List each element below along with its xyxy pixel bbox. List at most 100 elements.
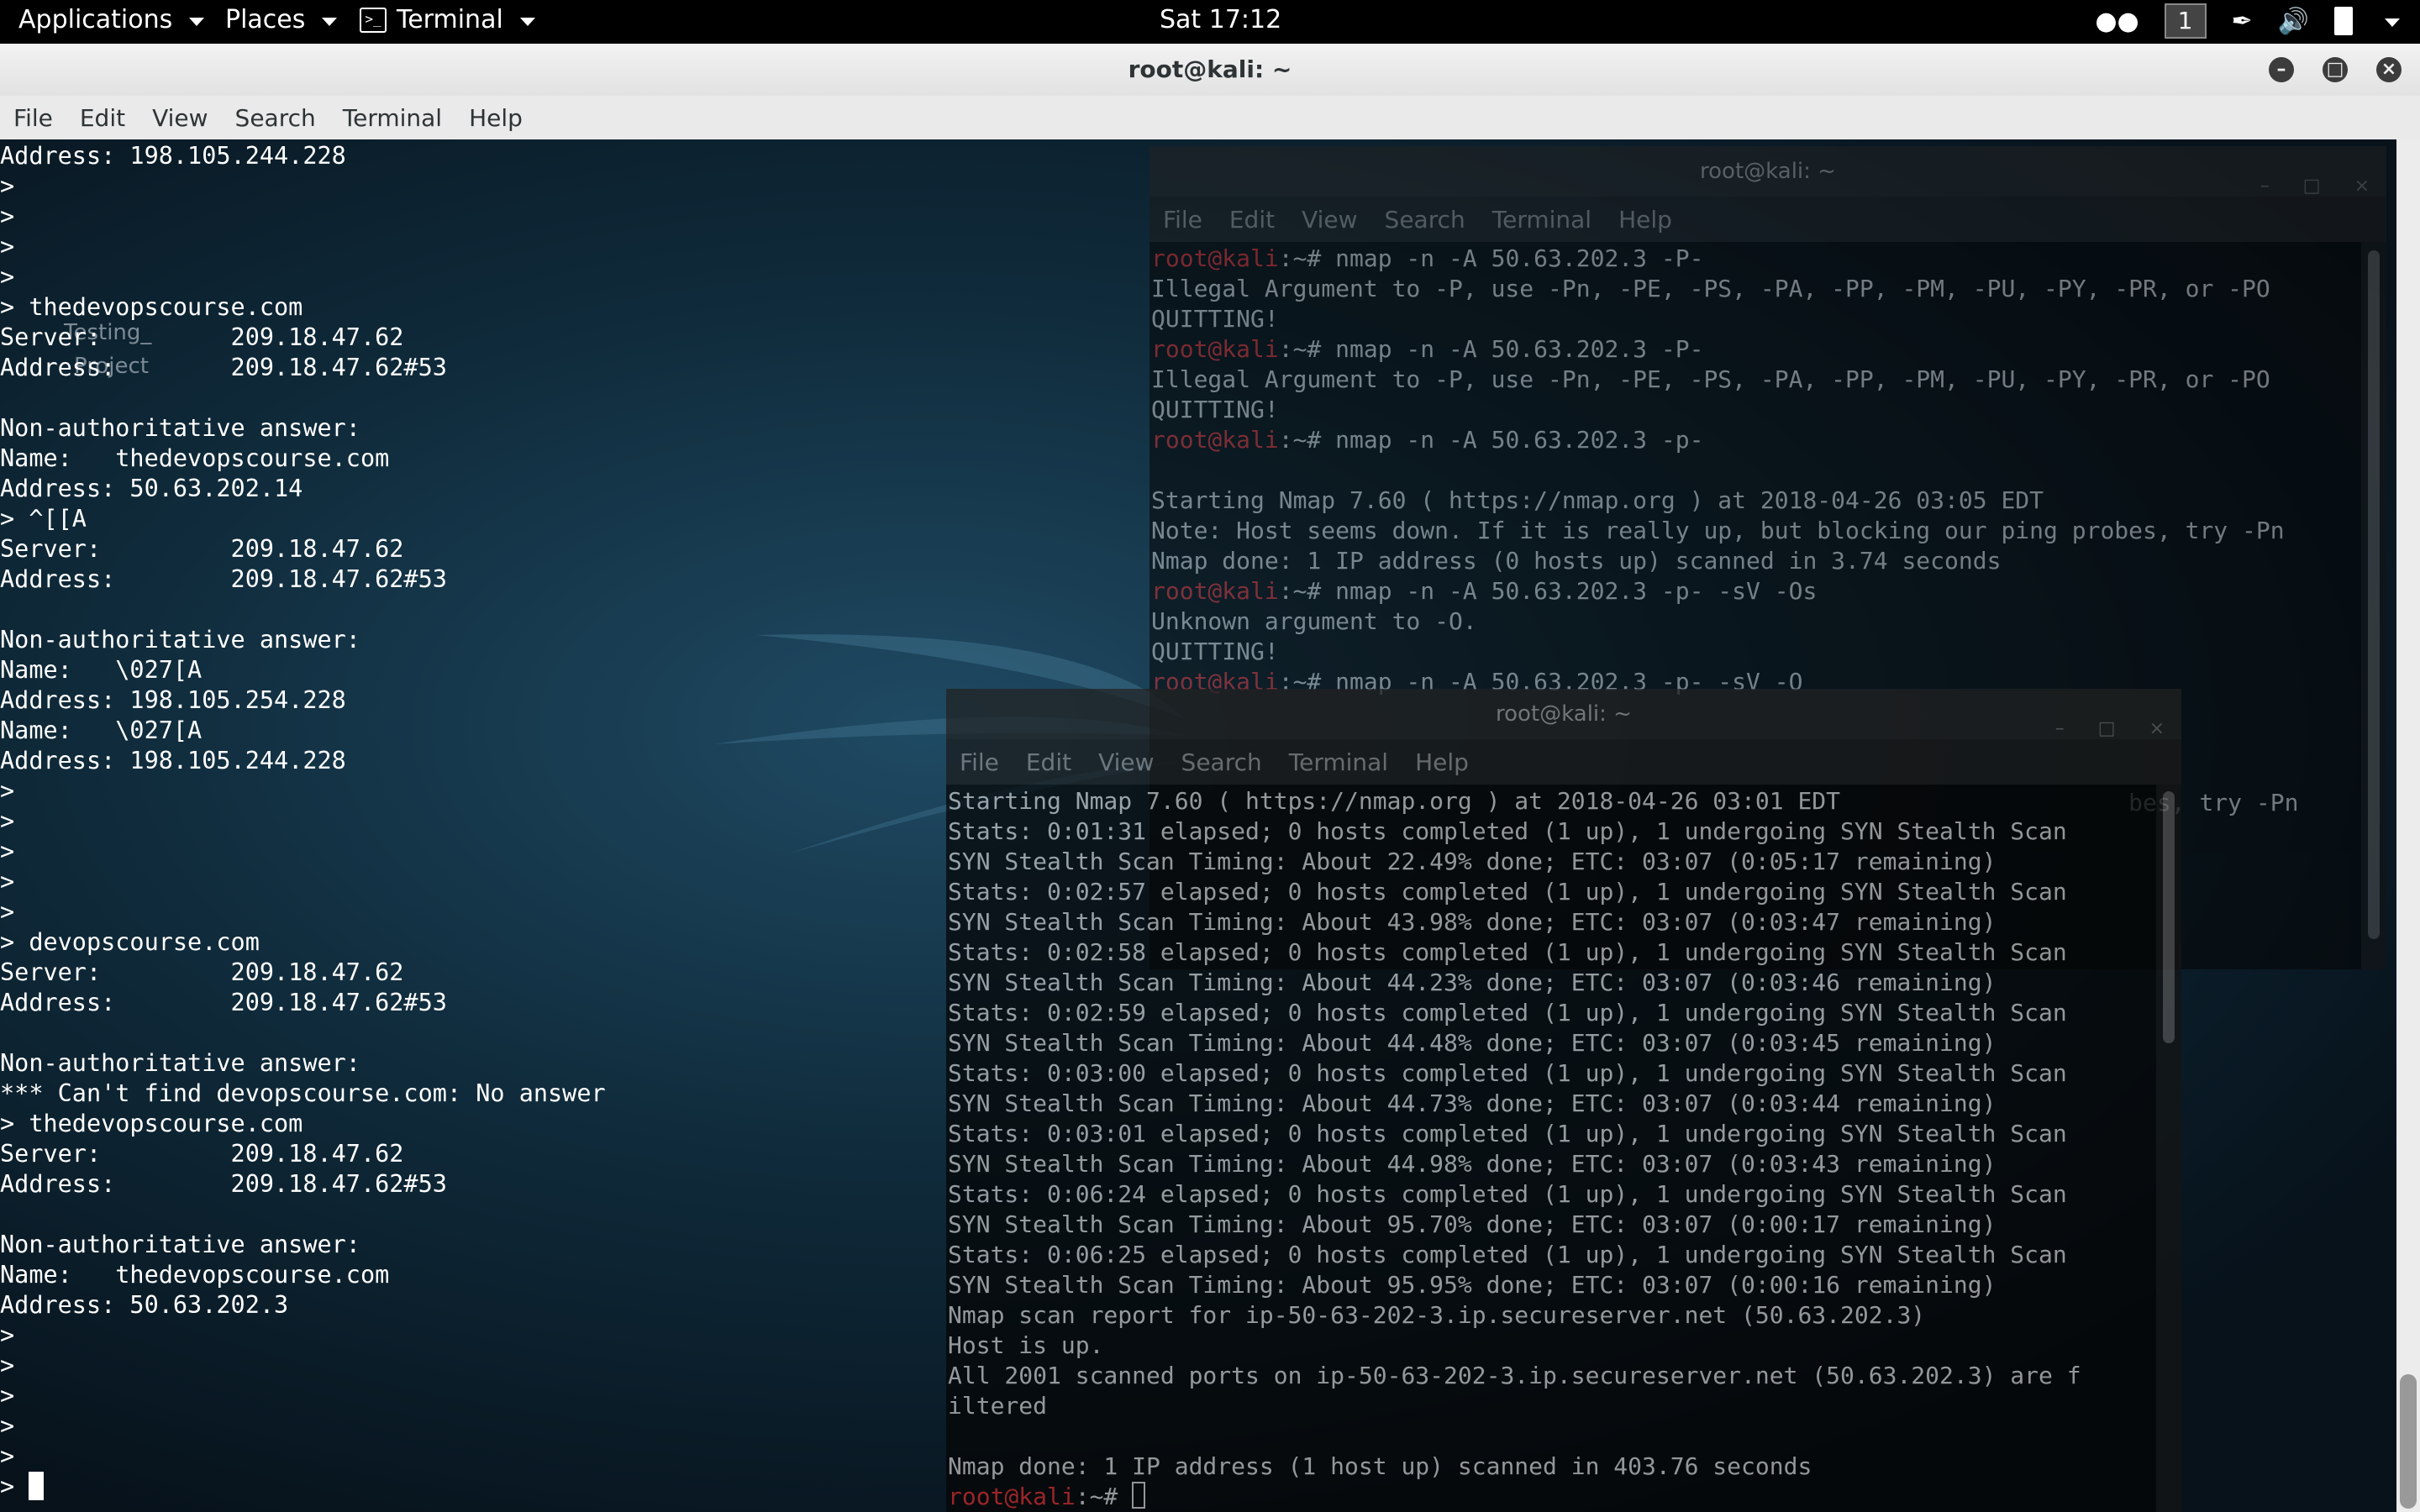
menu-help[interactable]: Help [1415,748,1469,776]
terminal-line: Name: \027[A [0,717,203,744]
terminal-line: QUITTING! [1151,638,1279,665]
terminal-line: Starting Nmap 7.60 ( https://nmap.org ) … [1151,486,2044,514]
menu-search[interactable]: Search [235,104,316,132]
menu-view[interactable]: View [152,104,208,132]
terminal-line: Host is up. [948,1331,1104,1359]
scrollbar-thumb[interactable] [2400,1374,2417,1509]
terminal-line: > [0,1442,15,1470]
terminal-line: root@kali:~# nmap -n -A 50.63.202.3 -p- … [1151,577,1818,605]
menu-terminal[interactable]: Terminal [1492,206,1591,234]
maximize-button[interactable]: □ [2098,704,2116,754]
terminal-line: SYN Stealth Scan Timing: About 44.73% do… [948,1089,1996,1117]
terminal-line: > devopscourse.com [0,928,260,956]
terminal-line: Stats: 0:06:25 elapsed; 0 hosts complete… [948,1241,2067,1268]
terminal-line: Address: 209.18.47.62#53 [0,354,447,381]
terminal-line: Name: \027[A [0,656,203,684]
terminal-line: Stats: 0:03:00 elapsed; 0 hosts complete… [948,1059,2067,1087]
terminal-line: > thedevopscourse.com [0,1110,303,1137]
close-button[interactable]: × [2354,161,2370,212]
terminal-line: > [0,1382,15,1410]
workspace-indicator[interactable]: 1 [2164,3,2207,39]
terminal-line: root@kali:~# nmap -n -A 50.63.202.3 -P- [1151,244,1704,272]
terminal-app-menu[interactable]: >_ Terminal [360,5,535,34]
system-tray: ●● 1 ✒ 🔊 [2095,3,2400,39]
terminal-line: Starting Nmap 7.60 ( https://nmap.org ) … [948,787,1841,815]
terminal-output: Address: 198.105.244.228 > > > > > thede… [0,141,606,1502]
terminal-line: > [0,263,15,291]
terminal-line: > [0,233,15,260]
scrollbar-thumb[interactable] [2368,250,2380,939]
menu-view[interactable]: View [1098,748,1154,776]
terminal-line: Non-authoritative answer: [0,414,360,442]
terminal-line: Address: 198.105.244.228 [0,142,346,170]
bg-scrollbar[interactable] [2361,242,2386,969]
menu-view[interactable]: View [1302,206,1357,234]
menu-help[interactable]: Help [1618,206,1672,234]
terminal-line: root@kali:~# nmap -n -A 50.63.202.3 -p- [1151,426,1704,454]
close-button[interactable]: × [2149,704,2165,754]
maximize-button[interactable]: □ [2303,161,2321,212]
terminal-line: SYN Stealth Scan Timing: About 95.70% do… [948,1210,1996,1238]
terminal-line: Stats: 0:02:59 elapsed; 0 hosts complete… [948,999,2067,1026]
minimize-button[interactable]: – [2260,161,2270,212]
scrollbar-thumb[interactable] [2163,791,2175,1043]
prompt-tail: :~# [1075,1483,1133,1510]
system-menu-chevron-icon[interactable] [2385,18,2400,27]
terminal-line: SYN Stealth Scan Timing: About 44.98% do… [948,1150,1996,1178]
terminal-line: > ^[[A [0,505,87,533]
menu-terminal[interactable]: Terminal [1289,748,1388,776]
terminal-line: SYN Stealth Scan Timing: About 22.49% do… [948,848,1996,875]
shell-prompt: root@kali [1151,577,1279,605]
menu-file[interactable]: File [960,748,999,776]
terminal-line: QUITTING! [1151,305,1279,333]
top-panel: Applications Places >_ Terminal Sat 17:1… [0,0,2420,44]
terminal-line: Stats: 0:01:31 elapsed; 0 hosts complete… [948,817,2067,845]
battery-icon[interactable] [2334,7,2353,35]
fg-terminal-area[interactable]: Starting Nmap 7.60 ( https://nmap.org ) … [946,785,2156,1512]
menu-edit[interactable]: Edit [1026,748,1071,776]
text-cursor [29,1472,45,1500]
fg-scrollbar[interactable] [2156,785,2181,1512]
terminal-line: > [0,837,15,865]
bg-menubar: File Edit View Search Terminal Help [1150,197,2386,243]
menu-help[interactable]: Help [469,104,523,132]
volume-icon[interactable]: 🔊 [2278,7,2309,36]
window-title: root@kali: ~ [1700,159,1836,184]
menu-search[interactable]: Search [1385,206,1465,234]
terminal-line: Server: 209.18.47.62 [0,323,404,351]
terminal-icon: >_ [360,7,387,33]
menu-file[interactable]: File [1163,206,1202,234]
applications-menu[interactable]: Applications [18,5,205,34]
maximize-button[interactable]: □ [2323,57,2348,82]
terminal-line: SYN Stealth Scan Timing: About 95.95% do… [948,1271,1996,1299]
camera-icon[interactable]: ●● [2095,7,2139,36]
menu-terminal[interactable]: Terminal [343,104,442,132]
close-button[interactable]: × [2376,57,2402,82]
main-menubar: File Edit View Search Terminal Help [0,96,2420,140]
terminal-line: > [0,898,15,926]
places-menu[interactable]: Places [225,5,338,34]
terminal-line: > [0,807,15,835]
pen-icon[interactable]: ✒ [2232,7,2253,36]
window-title: root@kali: ~ [1496,701,1632,727]
menu-edit[interactable]: Edit [1229,206,1275,234]
menu-edit[interactable]: Edit [80,104,125,132]
main-window-titlebar[interactable]: root@kali: ~ – □ × [0,44,2420,96]
minimize-button[interactable]: – [2055,704,2065,754]
terminal-line: Address: 209.18.47.62#53 [0,565,447,593]
main-scrollbar[interactable] [2396,139,2420,1512]
bg-window-titlebar[interactable]: root@kali: ~ – □ × [1150,146,2386,197]
terminal-line: Address: 50.63.202.3 [0,1291,289,1319]
terminal-line: QUITTING! [1151,396,1279,423]
nmap-terminal-window[interactable]: root@kali: ~ – □ × File Edit View Search… [946,689,2181,1512]
menu-file[interactable]: File [13,104,53,132]
terminal-line: Stats: 0:06:24 elapsed; 0 hosts complete… [948,1180,2067,1208]
minimize-button[interactable]: – [2269,57,2294,82]
clock[interactable]: Sat 17:12 [1160,5,1281,34]
terminal-line: > [0,202,15,230]
menu-search[interactable]: Search [1181,748,1262,776]
fg-window-titlebar[interactable]: root@kali: ~ – □ × [946,689,2181,739]
terminal-line: *** Can't find devopscourse.com: No answ… [0,1079,606,1107]
terminal-line: Address: 198.105.254.228 [0,686,346,714]
shell-prompt: root@kali [1151,426,1279,454]
